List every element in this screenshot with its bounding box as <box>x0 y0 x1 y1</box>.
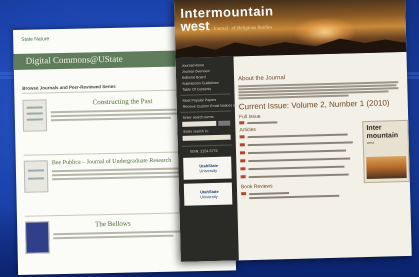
article-link[interactable] <box>248 173 349 178</box>
dc-logo: State Nature <box>21 36 50 43</box>
journal-banner: Intermountain west Journal of Religious … <box>174 0 407 58</box>
sidebar-link-submission-guidelines[interactable]: Submission Guidelines <box>182 81 219 86</box>
pdf-icon[interactable] <box>239 143 245 147</box>
journal-cover-thumbnail[interactable] <box>25 221 50 254</box>
search-input[interactable] <box>182 120 217 127</box>
sidebar-link-table-of-contents[interactable]: Table Of Contents <box>182 87 211 92</box>
current-issue-heading: Current Issue: Volume 2, Number 1 (2010) <box>238 98 390 112</box>
pdf-icon[interactable] <box>239 121 245 125</box>
book-review-authors <box>249 194 340 199</box>
issn-label: ISSN: 2154-5776 <box>189 148 218 154</box>
sidebar-link-editorial-board[interactable]: Editorial Board <box>182 75 206 80</box>
dc-header-title: Digital Commons@UState <box>25 53 123 66</box>
journal-sidebar: Journal Home Journal Overview Editorial … <box>175 56 245 262</box>
search-label: Enter search terms: <box>183 114 215 120</box>
journal-cover-thumbnail[interactable] <box>23 160 49 193</box>
section-book-reviews: Book Reviews <box>240 183 273 191</box>
article-link[interactable] <box>248 157 351 162</box>
book-review-link[interactable] <box>249 192 290 195</box>
journal-title-link[interactable]: Bee Publica – Journal of Undergraduate R… <box>52 158 172 167</box>
section-articles: Articles <box>239 126 256 134</box>
dc-subheading: Browse Journals and Peer-Reviewed Series <box>22 83 116 91</box>
section-full-issue: Full Issue <box>239 113 261 121</box>
journal-title-line2[interactable]: west Journal of Religious Studies <box>180 16 272 34</box>
sidebar-link-email-notices[interactable]: Receive Custom Email Notices or RSS <box>183 103 245 109</box>
pdf-icon[interactable] <box>241 192 247 196</box>
sidebar-link-popular-papers[interactable]: Most Popular Papers <box>183 98 217 103</box>
search-button[interactable] <box>218 120 231 126</box>
usu-logo[interactable]: UtahState University <box>183 156 232 180</box>
journal-title-link[interactable]: The Bellows <box>95 220 131 229</box>
search-scope-select[interactable] <box>182 134 231 141</box>
article-link[interactable] <box>247 141 353 146</box>
pdf-icon[interactable] <box>239 135 245 139</box>
article-link[interactable] <box>248 165 345 170</box>
sidebar-link-journal-home[interactable]: Journal Home <box>182 63 204 68</box>
journal-content: About the Journal Current Issue: Volume … <box>237 52 410 260</box>
about-heading: About the Journal <box>238 75 286 83</box>
journal-cover-thumbnail[interactable] <box>22 99 48 132</box>
search-in-label: Enter search in: <box>183 129 209 134</box>
pdf-icon[interactable] <box>240 167 246 171</box>
journal-title-link[interactable]: Constructing the Past <box>92 97 152 106</box>
pdf-icon[interactable] <box>239 151 246 155</box>
usu-logo-secondary[interactable]: UtahState University <box>183 182 233 206</box>
sidebar-link-overview[interactable]: Journal Overview <box>182 69 210 74</box>
full-issue-link[interactable] <box>247 121 278 124</box>
pdf-icon[interactable] <box>240 175 246 179</box>
pdf-icon[interactable] <box>240 159 246 163</box>
intermountain-west-journal-page: Intermountain west Journal of Religious … <box>174 0 412 262</box>
issue-cover-image[interactable]: Inter mountain west <box>362 119 410 184</box>
article-link[interactable] <box>247 133 348 138</box>
article-link[interactable] <box>248 149 347 154</box>
